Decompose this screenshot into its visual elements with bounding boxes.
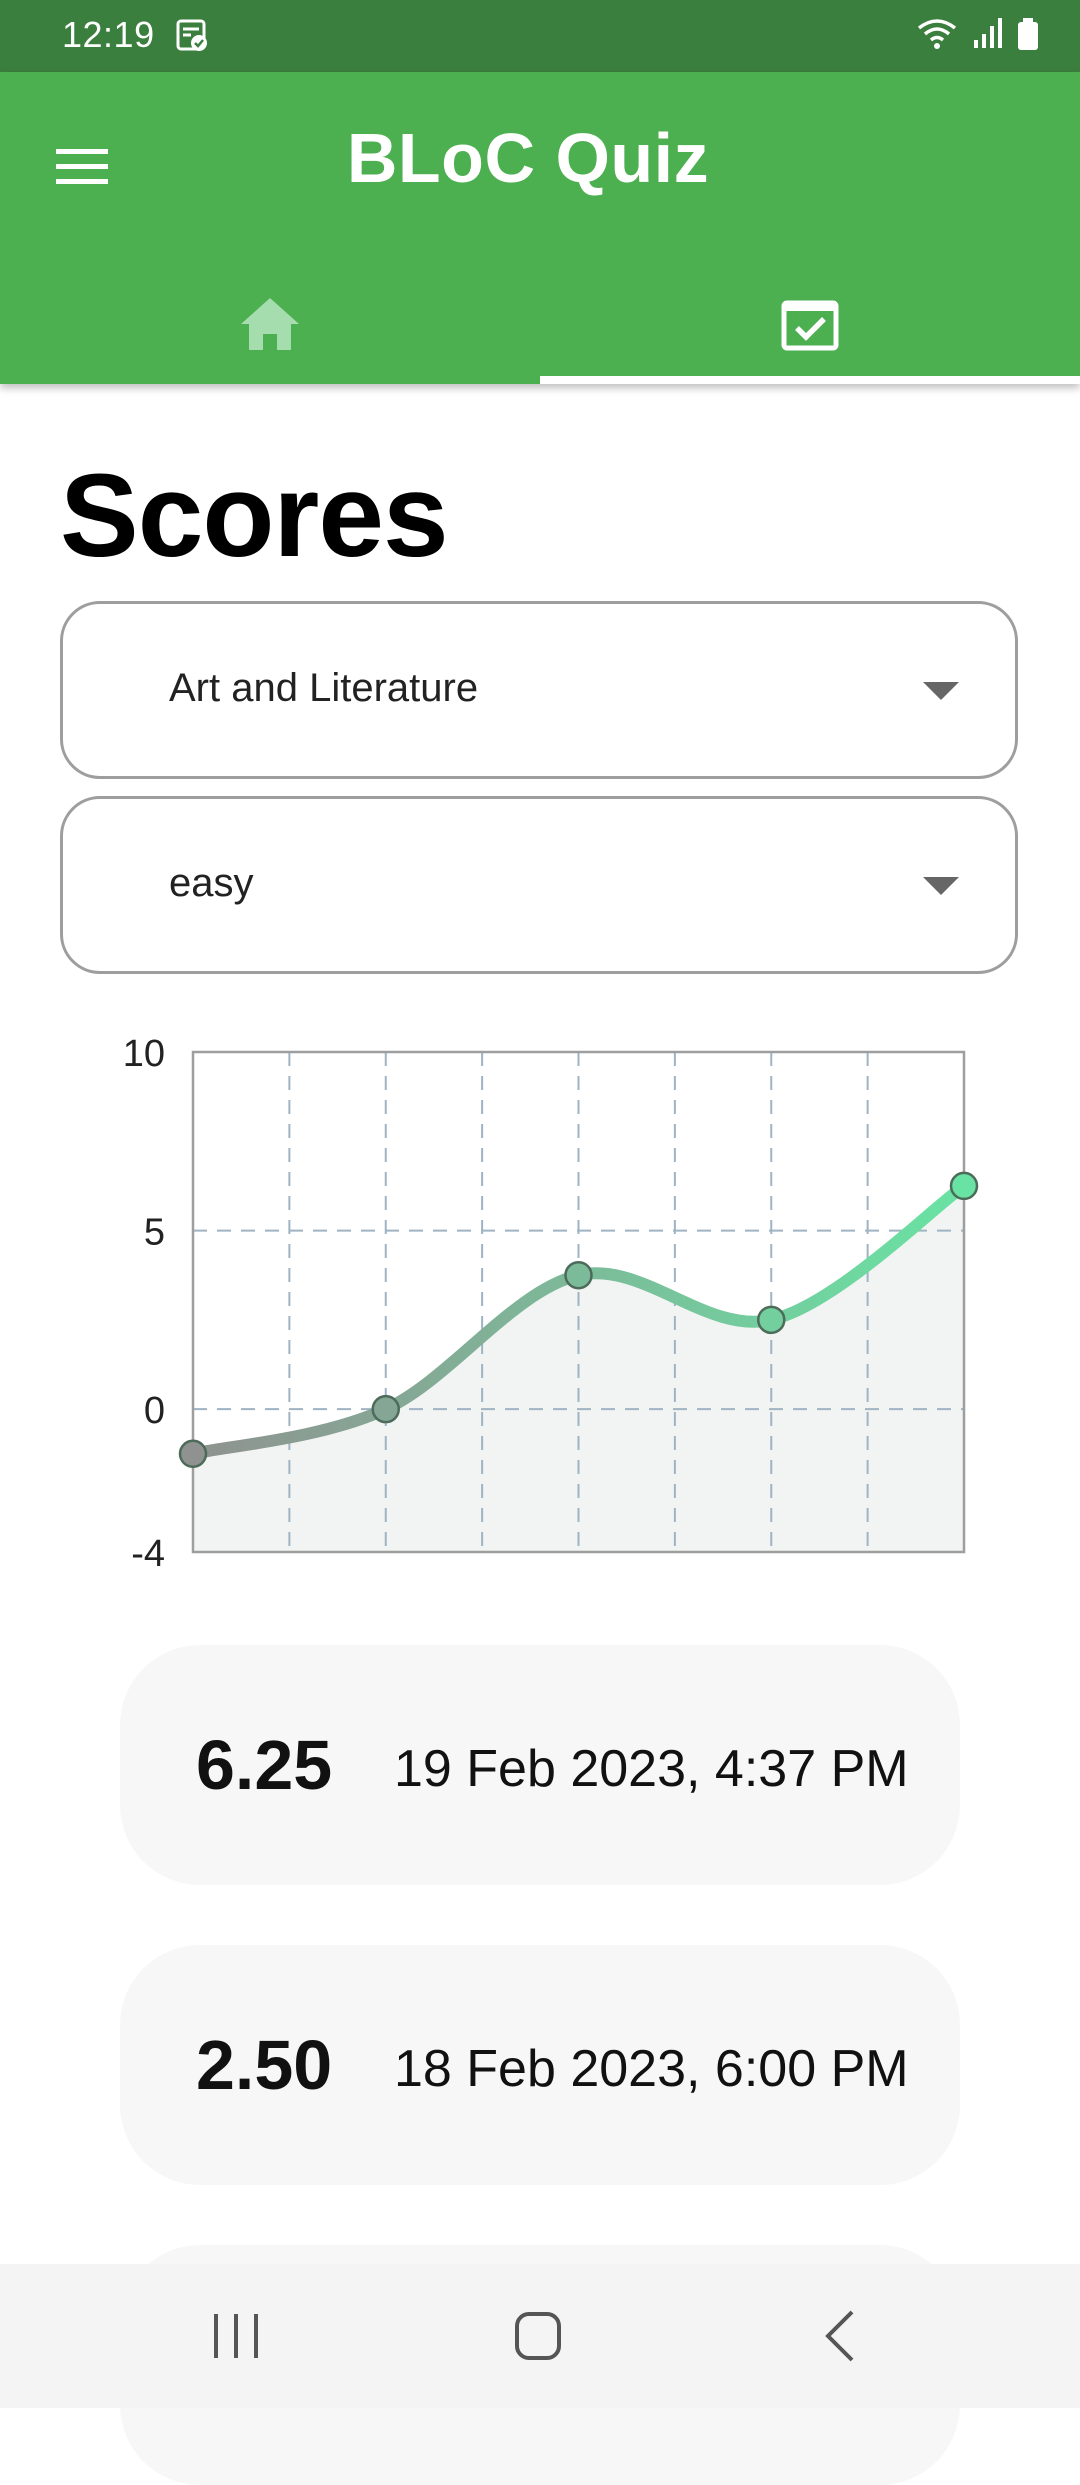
- home-circle-icon: [515, 2312, 561, 2360]
- score-value: 6.25: [196, 1726, 333, 1804]
- tab-scores[interactable]: [540, 264, 1080, 384]
- chart-data-point: [757, 1305, 786, 1335]
- wifi-icon: [918, 19, 957, 49]
- chart-ytick-label: 10: [123, 1033, 165, 1075]
- app-title: BLoC Quiz: [346, 119, 710, 197]
- chart-data-point: [949, 1171, 979, 1201]
- system-nav-bar: [0, 2264, 1080, 2408]
- home-icon: [241, 298, 299, 350]
- score-date: 18 Feb 2023, 6:00 PM: [394, 2040, 909, 2098]
- status-icons: [909, 16, 1040, 57]
- category-value: Art and Literature: [169, 666, 479, 710]
- app-bar: BLoC Quiz: [0, 72, 1080, 384]
- recents-button[interactable]: [196, 2304, 276, 2368]
- chart-ytick-label: 5: [144, 1212, 165, 1254]
- page-title: Scores: [60, 450, 449, 582]
- score-card[interactable]: 2.50 18 Feb 2023, 6:00 PM: [120, 1945, 960, 2185]
- battery-icon: [1018, 18, 1038, 50]
- score-chart: 10 5 0 -4: [0, 1020, 1080, 1580]
- task-notification-icon: [175, 18, 211, 59]
- score-date: 19 Feb 2023, 4:37 PM: [394, 1740, 909, 1798]
- caret-down-icon: [921, 680, 961, 707]
- score-value: 2.50: [196, 2026, 333, 2104]
- home-button[interactable]: [498, 2304, 578, 2368]
- back-icon: [825, 2310, 854, 2362]
- status-bar: 12:19: [0, 0, 1080, 72]
- signal-icon: [973, 18, 1002, 48]
- chart-data-point: [178, 1439, 208, 1469]
- tab-home[interactable]: [0, 264, 540, 384]
- chart-ytick-label: -4: [131, 1533, 165, 1575]
- difficulty-dropdown[interactable]: easy: [60, 796, 1018, 974]
- caret-down-icon: [921, 875, 961, 902]
- chart-ytick-label: 0: [144, 1390, 165, 1432]
- status-time: 12:19: [62, 14, 155, 55]
- category-dropdown[interactable]: Art and Literature: [60, 601, 1018, 779]
- calendar-check-icon: [781, 300, 839, 351]
- score-chart-svg: 10 5 0 -4: [123, 1033, 979, 1575]
- score-card[interactable]: 6.25 19 Feb 2023, 4:37 PM: [120, 1645, 960, 1885]
- tab-indicator: [540, 376, 1080, 384]
- chart-data-point: [371, 1394, 400, 1424]
- recents-icon: [214, 2314, 258, 2358]
- chart-data-point: [564, 1260, 593, 1290]
- back-button[interactable]: [800, 2304, 880, 2368]
- difficulty-value: easy: [169, 861, 254, 905]
